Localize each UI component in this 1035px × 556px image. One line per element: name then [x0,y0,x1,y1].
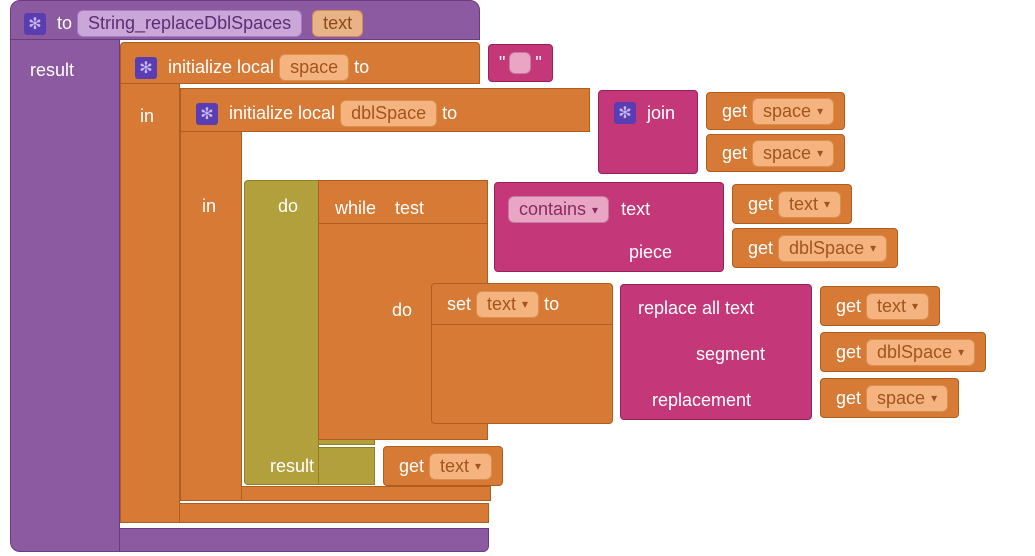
replace-replacement-arg[interactable]: get space [820,378,959,418]
initialize-local-label: initialize local [168,57,274,78]
local2-header[interactable]: initialize local dblSpace to [186,94,472,133]
gear-icon[interactable] [135,57,157,79]
while-do-label: do [382,294,422,327]
var-dropdown-text[interactable]: text [866,293,929,320]
in-label-1: in [130,100,164,133]
quote-right: " [535,53,541,74]
replace-row2: segment [686,338,775,371]
contains-text-arg[interactable]: get text [732,184,852,224]
string-literal[interactable]: " " [488,44,553,82]
do-label: do [268,190,308,223]
proc-body-left [10,39,120,552]
local2-left [180,131,242,501]
set-body [431,324,613,424]
var-dropdown-space[interactable]: space [752,140,834,167]
get-label: get [836,342,861,363]
get-label: get [748,194,773,215]
local2-var[interactable]: dblSpace [340,100,437,127]
local1-var[interactable]: space [279,54,349,81]
join-arg-1[interactable]: get space [706,92,845,130]
replace-text-arg[interactable]: get text [820,286,940,326]
contains-piece-arg[interactable]: get dblSpace [732,228,898,268]
local1-header[interactable]: initialize local space to [125,48,384,87]
var-dropdown-text[interactable]: text [778,191,841,218]
join-header: join [604,96,690,130]
gear-icon[interactable] [614,102,636,124]
string-value[interactable] [509,52,531,74]
quote-left: " [499,53,505,74]
gear-icon[interactable] [24,13,46,35]
to-label: to [442,103,457,124]
get-label: get [722,101,747,122]
set-var-dropdown[interactable]: text [476,291,539,318]
in-label-2: in [192,190,226,223]
proc-param[interactable]: text [312,10,363,37]
get-label: get [748,238,773,259]
to-label: to [544,294,559,315]
gear-icon[interactable] [196,103,218,125]
to-label: to [57,13,72,34]
var-dropdown-space[interactable]: space [866,385,948,412]
var-dropdown-space[interactable]: space [752,98,834,125]
var-dropdown-text[interactable]: text [429,453,492,480]
to-label: to [354,57,369,78]
replace-row1: replace all text [628,292,764,325]
set-label: set [447,294,471,315]
proc-header[interactable]: to String_replaceDblSpaces text [14,4,373,43]
var-dropdown-dblspace[interactable]: dblSpace [778,235,887,262]
proc-name[interactable]: String_replaceDblSpaces [77,10,302,37]
result-label-inner: result [260,450,324,483]
get-label: get [722,143,747,164]
contains-op-dropdown[interactable]: contains [508,196,609,223]
do-result-bottom [318,447,375,485]
get-label: get [836,296,861,317]
contains-row1: contains text [498,190,665,229]
get-label: get [836,388,861,409]
do-result-block[interactable] [244,180,319,485]
local1-left [120,83,180,523]
proc-body-bottom [119,528,489,552]
replace-segment-arg[interactable]: get dblSpace [820,332,986,372]
while-header: while test [320,192,439,225]
set-block[interactable]: set text to [431,283,613,325]
local1-bottom [179,503,489,523]
replace-row3: replacement [642,384,761,417]
initialize-local-label: initialize local [229,103,335,124]
local2-bottom [241,486,491,501]
join-arg-2[interactable]: get space [706,134,845,172]
var-dropdown-dblspace[interactable]: dblSpace [866,339,975,366]
result-get-text[interactable]: get text [383,446,503,486]
get-label: get [399,456,424,477]
result-label: result [20,54,84,87]
contains-row2: piece [614,236,687,269]
